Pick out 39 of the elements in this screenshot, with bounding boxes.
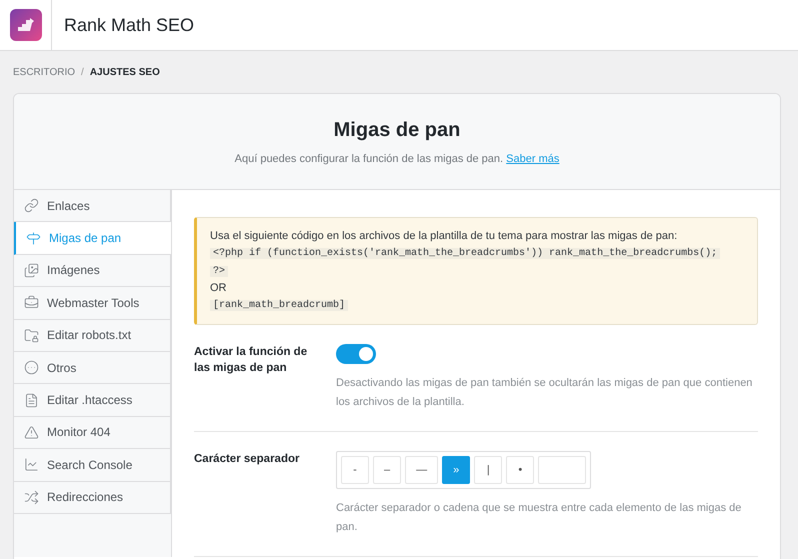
images-icon [24, 262, 39, 278]
breadcrumb-item: AJUSTES SEO [90, 66, 160, 80]
link-icon [24, 198, 39, 214]
briefcase-icon [24, 295, 39, 310]
shortcode-snippet: [rank_math_breadcrumb] [210, 300, 348, 311]
signpost-icon [26, 230, 41, 246]
setting-label: Carácter separador [194, 452, 300, 467]
separator-option[interactable]: - [341, 456, 369, 484]
sidebar-item[interactable]: Editar robots.txt [14, 320, 171, 352]
toggle-switch[interactable] [336, 344, 376, 364]
sidebar-item[interactable]: Webmaster Tools [14, 287, 171, 320]
sidebar-item[interactable]: Monitor 404 [14, 416, 171, 450]
warning-icon [24, 424, 39, 440]
separator-option[interactable]: – [373, 456, 402, 484]
sidebar-item[interactable]: Search Console [14, 449, 171, 482]
page-title: Migas de pan [334, 118, 460, 144]
notice-text: Usa el siguiente código en los archivos de la plantilla de tu tema para mostrar las migas de pan: [210, 229, 678, 244]
sidebar-item[interactable]: Otros [14, 352, 171, 384]
sidebar-item[interactable]: Redirecciones [14, 482, 171, 514]
logo-icon [10, 9, 42, 41]
or-text: OR [210, 281, 228, 296]
setting-description: Desactivando las migas de pan también se ocultarán las migas de pan que contienen los archivos de la plantilla. [336, 376, 754, 410]
page-subtitle: Aquí puedes configurar la función de las migas de pan. Saber más [234, 152, 560, 168]
separator-option[interactable]: • [506, 456, 534, 484]
setting-description: Carácter separador o cadena que se muestra entre cada elemento de las migas de pan. [336, 501, 742, 535]
sidebar-item[interactable]: Imágenes [14, 254, 171, 288]
separator-option[interactable]: — [405, 456, 438, 484]
shuffle-icon [24, 490, 39, 505]
app-title: Rank Math SEO [64, 14, 194, 36]
code-snippet: ?> [210, 266, 228, 277]
sidebar-item[interactable]: Editar .htaccess [14, 384, 171, 417]
code-snippet: <?php if (function_exists('rank_math_the_breadcrumbs')) rank_math_the_breadcrumbs(); [210, 248, 720, 259]
custom-separator-field[interactable] [538, 456, 586, 484]
breadcrumb-separator: / [81, 66, 84, 80]
setting-label: Activar la función de las migas de pan [194, 345, 308, 376]
document-icon [24, 392, 39, 408]
line-chart-icon [24, 457, 39, 472]
separator-option[interactable]: | [474, 456, 502, 484]
breadcrumb-item[interactable]: ESCRITORIO [13, 64, 76, 80]
